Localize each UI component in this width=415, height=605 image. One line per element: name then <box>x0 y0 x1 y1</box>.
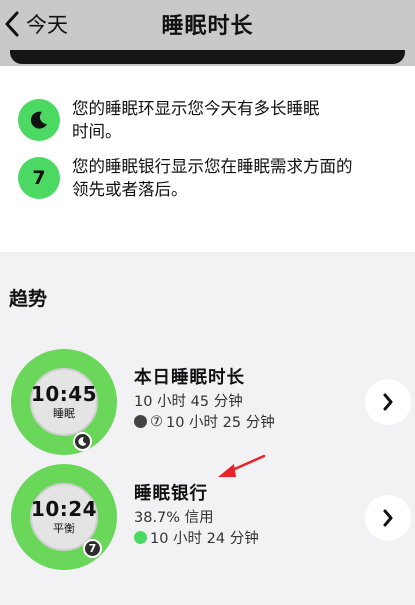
green-dot-icon <box>134 531 147 544</box>
sleep-duration-detail: ⑦ 10 小时 25 分钟 <box>134 411 275 432</box>
page-title: 睡眠时长 <box>161 14 254 39</box>
sleep-bank-badge: 7 <box>18 157 60 199</box>
ring-time: 10:45 <box>30 382 98 406</box>
chevron-right-icon <box>383 509 393 527</box>
header-card-edge <box>0 50 415 66</box>
ring-label: 平衡 <box>53 522 75 535</box>
sleep-duration-value: 10 小时 45 分钟 <box>134 394 243 410</box>
ring-time: 10:24 <box>30 497 98 521</box>
circled-seven-icon: ⑦ <box>150 413 163 430</box>
sleep-bank-detail: 10 小时 24 分钟 <box>134 527 259 548</box>
sleep-bank-badge-icon: 7 <box>83 539 102 558</box>
moon-icon <box>18 99 60 141</box>
sleep-duration-title: 本日睡眠时长 <box>134 368 245 388</box>
navigation-bar: 今天 睡眠时长 <box>0 0 415 50</box>
moon-icon <box>73 432 92 451</box>
gray-dot-icon <box>134 415 147 428</box>
annotation-arrow-icon <box>218 454 266 477</box>
sleep-bank-details-button[interactable] <box>365 495 411 541</box>
ring-label: 睡眠 <box>53 407 75 420</box>
sleep-duration-ring[interactable]: 10:45 睡眠 <box>11 349 117 455</box>
info-row-sleep-ring: 您的睡眠环显示您今天有多长睡眠 时间。 <box>18 97 399 143</box>
info-card: 您的睡眠环显示您今天有多长睡眠 时间。 7 您的睡眠银行显示您在睡眠需求方面的 … <box>0 66 415 252</box>
info-row-sleep-bank: 7 您的睡眠银行显示您在睡眠需求方面的 领先或者落后。 <box>18 155 399 201</box>
chevron-right-icon <box>383 393 393 411</box>
ring-center: 10:45 睡眠 <box>30 368 98 436</box>
trend-section-title: 趋势 <box>9 288 48 310</box>
sleep-duration-details-button[interactable] <box>365 379 411 425</box>
info-text-sleep-bank: 您的睡眠银行显示您在睡眠需求方面的 领先或者落后。 <box>72 157 353 199</box>
sleep-bank-value: 38.7% 信用 <box>134 510 214 526</box>
sleep-bank-ring[interactable]: 10:24 平衡 7 <box>11 464 117 570</box>
info-text-sleep-ring: 您的睡眠环显示您今天有多长睡眠 时间。 <box>72 99 320 141</box>
sleep-bank-title: 睡眠银行 <box>134 484 208 504</box>
